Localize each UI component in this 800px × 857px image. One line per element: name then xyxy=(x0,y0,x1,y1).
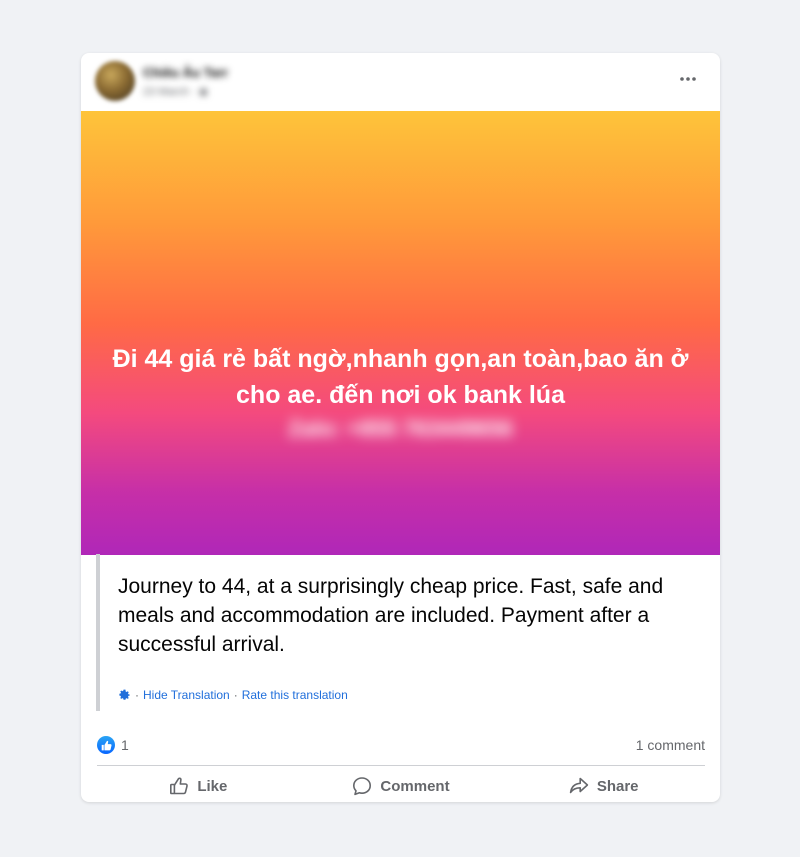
post-meta: 23 March · ◉ xyxy=(143,86,209,98)
divider xyxy=(97,765,705,766)
blurred-phone-number: Zalo: +855 763449656 xyxy=(288,416,513,441)
comment-icon xyxy=(352,776,372,796)
more-options-icon[interactable] xyxy=(670,67,706,91)
hero-text: Đi 44 giá rẻ bất ngờ,nhanh gọn,an toàn,b… xyxy=(112,345,689,409)
reaction-count[interactable]: 1 xyxy=(121,737,129,753)
translation-block: Journey to 44, at a surprisingly cheap p… xyxy=(96,554,710,711)
gear-icon xyxy=(118,689,131,702)
like-button[interactable]: Like xyxy=(97,769,300,802)
post-image[interactable]: Đi 44 giá rẻ bất ngờ,nhanh gọn,an toàn,b… xyxy=(81,111,720,555)
rate-translation-link[interactable]: Rate this translation xyxy=(242,688,348,702)
like-reaction-icon[interactable] xyxy=(97,736,115,754)
reactions-bar: 1 1 comment xyxy=(97,735,705,757)
translation-links: · Hide Translation · Rate this translati… xyxy=(118,688,348,702)
share-button[interactable]: Share xyxy=(502,769,705,802)
comment-count[interactable]: 1 comment xyxy=(636,737,705,753)
share-icon xyxy=(569,776,589,796)
author-name[interactable]: Chiêu Âu Tarr xyxy=(143,65,228,80)
action-bar: Like Comment Share xyxy=(97,769,705,802)
post-timestamp[interactable]: 23 March xyxy=(143,86,189,98)
like-icon xyxy=(169,776,189,796)
post-card: Chiêu Âu Tarr 23 March · ◉ Đi 44 giá rẻ … xyxy=(81,53,720,802)
like-label: Like xyxy=(197,777,228,795)
translation-text: Journey to 44, at a surprisingly cheap p… xyxy=(118,575,664,656)
globe-icon: ◉ xyxy=(198,86,209,98)
hide-translation-link[interactable]: Hide Translation xyxy=(143,688,230,702)
comment-button[interactable]: Comment xyxy=(300,769,503,802)
comment-label: Comment xyxy=(380,777,450,795)
share-label: Share xyxy=(596,777,639,795)
post-header: Chiêu Âu Tarr 23 March · ◉ xyxy=(81,53,720,111)
avatar[interactable] xyxy=(95,61,135,101)
